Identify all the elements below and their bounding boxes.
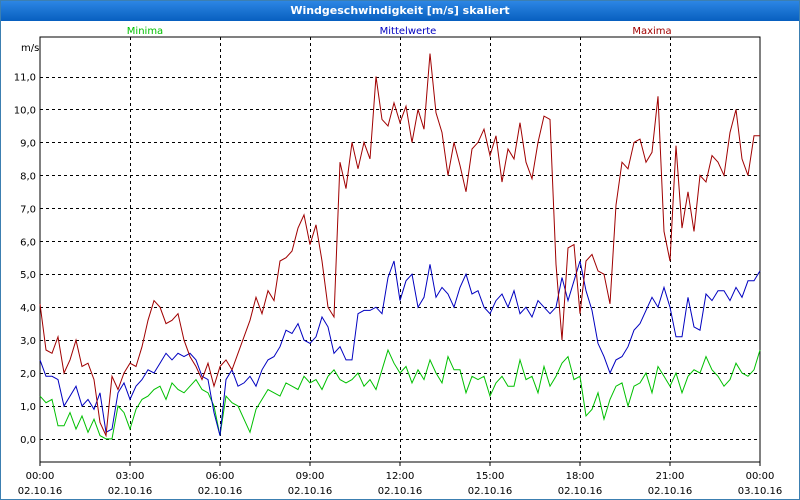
x-tick-date: 02.10.16 [378,486,423,497]
x-tick-time: 15:00 [476,471,505,482]
y-tick-label: 8,0 [20,171,36,182]
y-tick-label: 9,0 [20,138,36,149]
x-tick-date: 02.10.16 [108,486,153,497]
y-tick-label: 7,0 [20,204,36,215]
legend-minima: Minima [127,26,163,37]
y-tick-label: 5,0 [20,270,36,281]
y-axis-ticks: 0,0 1,0 2,0 3,0 4,0 5,0 6,0 7,0 8,0 9,0 10,0 11,0 [14,73,36,446]
y-tick-label: 1,0 [20,402,36,413]
y-tick-label: 3,0 [20,336,36,347]
legend: Minima Mittelwerte Maxima [127,26,672,37]
x-tick-time: 00:00 [746,471,775,482]
x-tick-date: 02.10.16 [468,486,513,497]
x-tick-date: 02.10.16 [288,486,333,497]
x-axis-ticks: 00:00 02.10.16 03:00 02.10.16 06:00 02.10.16 0… [18,462,783,497]
x-tick-time: 06:00 [206,471,235,482]
y-axis-label: m/s [21,43,39,54]
x-tick-date: 03.10.16 [738,486,783,497]
x-tick-date: 02.10.16 [18,486,63,497]
y-tick-label: 2,0 [20,369,36,380]
y-tick-label: 0,0 [20,435,36,446]
y-tick-label: 10,0 [14,105,36,116]
x-tick-time: 12:00 [386,471,415,482]
x-tick-date: 02.10.16 [198,486,243,497]
grid [40,37,760,462]
x-tick-date: 02.10.16 [648,486,693,497]
x-tick-time: 00:00 [26,471,55,482]
x-tick-time: 18:00 [566,471,595,482]
x-tick-time: 03:00 [116,471,145,482]
y-tick-label: 11,0 [14,73,36,84]
x-tick-time: 21:00 [656,471,685,482]
x-tick-date: 02.10.16 [558,486,603,497]
line-chart: 0,0 1,0 2,0 3,0 4,0 5,0 6,0 7,0 8,0 9,0 10,0 11,0 0… [14,26,783,497]
legend-mittelwerte: Mittelwerte [380,26,437,37]
legend-maxima: Maxima [632,26,671,37]
x-tick-time: 09:00 [296,471,325,482]
y-tick-label: 4,0 [20,303,36,314]
y-tick-label: 6,0 [20,237,36,248]
